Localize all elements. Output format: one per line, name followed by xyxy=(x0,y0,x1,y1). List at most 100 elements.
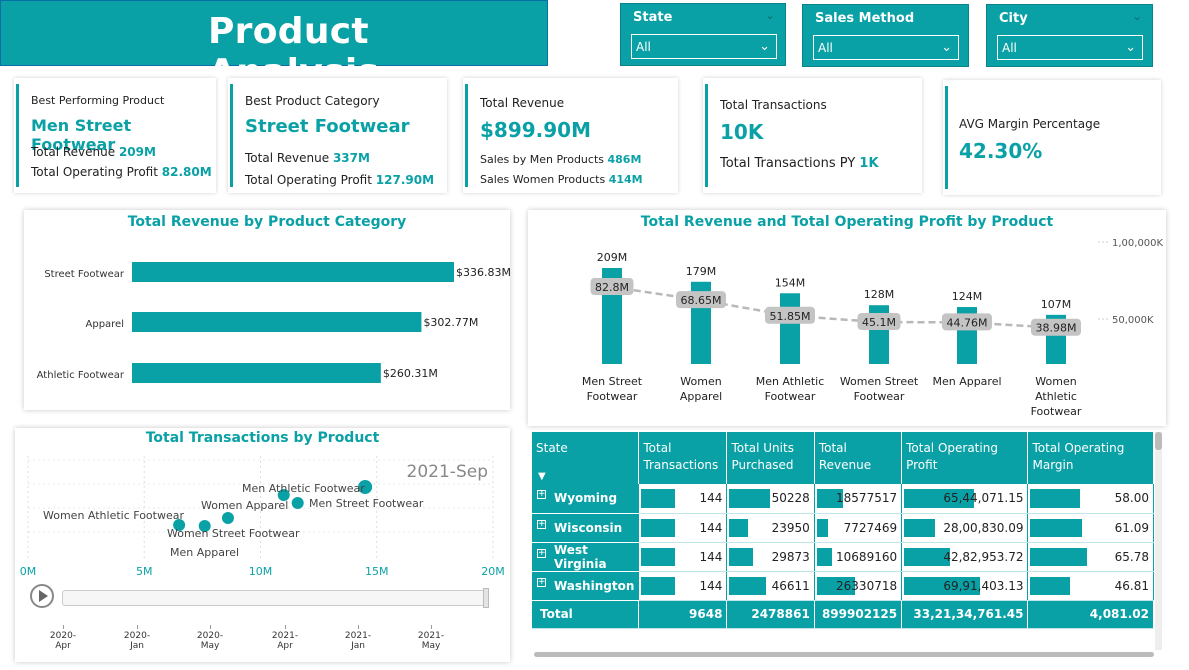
state-cell[interactable]: + Washington xyxy=(532,571,640,601)
table-row[interactable]: + Washington 144 46611 26330718 69,91,403.13 4… xyxy=(532,571,1154,601)
table-row[interactable]: + West Virginia 144 29873 10689160 42,82,953.… xyxy=(532,542,1154,572)
total-value: 4,081.02 xyxy=(1027,600,1154,629)
category-label: Athletic xyxy=(1035,390,1077,403)
expand-icon[interactable]: + xyxy=(537,490,546,499)
timeline-tick-label: 2021-Jan xyxy=(344,631,372,651)
state-table: State ▼ Total Transactions Total Units Pu… xyxy=(532,432,1154,650)
slicer-state-dropdown[interactable]: All ⌄ xyxy=(631,34,777,59)
category-label: Women Street xyxy=(840,375,919,388)
kpi-sub-value: 337M xyxy=(332,151,370,165)
timeline-handle[interactable] xyxy=(483,588,489,608)
col-header-margin[interactable]: Total Operating Margin xyxy=(1027,432,1154,484)
category-label: Footwear xyxy=(587,390,638,403)
transactions-by-product-chart: Total Transactions by Product 2021-Sep 0… xyxy=(15,428,510,662)
play-button[interactable] xyxy=(30,584,54,608)
slicer-city-label: City xyxy=(999,11,1028,26)
expand-icon[interactable]: + xyxy=(537,577,546,587)
col-header-units[interactable]: Total Units Purchased xyxy=(726,432,815,484)
card-accent-bar xyxy=(230,84,233,187)
kpi-label: Total Transactions xyxy=(720,98,827,112)
data-label: $336.83M xyxy=(456,266,510,279)
chevron-down-icon[interactable]: ⌄ xyxy=(765,8,775,22)
kpi-margin-card: AVG Margin Percentage 42.30% xyxy=(943,80,1161,195)
chevron-down-icon[interactable]: ⌄ xyxy=(1132,9,1142,23)
data-label: 179M xyxy=(686,265,717,278)
data-bar xyxy=(1030,489,1081,508)
slicer-city-dropdown[interactable]: All ⌄ xyxy=(997,35,1143,60)
cell-value: 26330718 xyxy=(836,578,898,593)
data-cell: 65.78 xyxy=(1027,542,1154,572)
state-cell[interactable]: + Wyoming xyxy=(532,484,640,514)
bar xyxy=(132,312,422,332)
data-bar xyxy=(729,489,771,508)
cell-value: 46611 xyxy=(771,578,810,593)
data-cell: 65,44,071.15 xyxy=(901,484,1029,514)
data-label: 107M xyxy=(1041,298,1072,311)
sort-desc-icon[interactable]: ▼ xyxy=(538,468,546,485)
table-vertical-scrollbar[interactable] xyxy=(1155,432,1162,650)
col-header-revenue[interactable]: Total Revenue xyxy=(814,432,903,484)
col-header-transactions[interactable]: Total Transactions xyxy=(638,432,728,484)
col-header-state[interactable]: State ▼ xyxy=(532,432,640,485)
revenue-by-category-chart: Total Revenue by Product Category Street… xyxy=(24,210,510,410)
data-label: $260.31M xyxy=(383,367,438,380)
data-cell: 26330718 xyxy=(814,571,903,601)
bar xyxy=(132,262,454,282)
cell-value: 50228 xyxy=(771,491,810,506)
secondary-tick-label: 50,000K xyxy=(1112,315,1154,326)
card-accent-bar xyxy=(465,84,468,187)
col-header-label: State xyxy=(536,441,568,455)
kpi-revenue-card: Total Revenue $899.90M Sales by Men Prod… xyxy=(463,78,678,193)
x-tick-label: 0M xyxy=(20,565,37,578)
category-label: Apparel xyxy=(680,390,722,403)
total-row: Total 9648 2478861 899902125 33,21,34,761.45… xyxy=(532,600,1154,629)
timeline-tick-mark xyxy=(137,625,138,629)
timeline-tick-mark xyxy=(358,625,359,629)
cell-value: 18577517 xyxy=(836,491,898,506)
total-label: Total xyxy=(532,600,640,629)
slicer-state-value: All xyxy=(636,40,651,54)
timeline-tick-label: 2020-May xyxy=(196,631,224,651)
line-data-label: 44.76M xyxy=(947,316,988,329)
cell-value: 23950 xyxy=(771,520,810,535)
kpi-sub-line: Sales Women Products 414M xyxy=(480,173,643,186)
kpi-sub-label: Total Transactions PY xyxy=(720,156,856,171)
category-label: Men Apparel xyxy=(932,375,1001,388)
timeline-slider[interactable] xyxy=(62,588,489,608)
scrollbar-thumb[interactable] xyxy=(1155,432,1162,450)
page-title-banner: Product Analysis xyxy=(0,0,548,93)
slicer-sales-method[interactable]: Sales Method All ⌄ xyxy=(802,4,969,67)
kpi-value: 42.30% xyxy=(959,139,1043,163)
kpi-value: $899.90M xyxy=(480,118,591,142)
col-header-label: Total Transactions xyxy=(643,441,719,472)
state-cell[interactable]: + West Virginia xyxy=(532,542,640,572)
slicer-city[interactable]: City ⌄ All ⌄ xyxy=(986,4,1153,67)
data-cell: 7727469 xyxy=(814,513,903,543)
data-bar xyxy=(641,576,676,595)
cell-value: 7727469 xyxy=(843,520,898,535)
col-header-profit[interactable]: Total Operating Profit xyxy=(901,432,1029,484)
play-icon xyxy=(39,590,48,602)
expand-icon[interactable]: + xyxy=(537,519,546,529)
state-cell[interactable]: + Wisconsin xyxy=(532,513,640,543)
expand-icon[interactable]: + xyxy=(537,548,546,558)
col-header-label: Total Units Purchased xyxy=(731,441,794,472)
slicer-sales-method-dropdown[interactable]: All ⌄ xyxy=(813,35,959,60)
category-label: Footwear xyxy=(854,390,905,403)
category-label: Apparel xyxy=(86,319,125,330)
table-row[interactable]: + Wisconsin 144 23950 7727469 28,00,830.09 61.… xyxy=(532,513,1154,543)
slicer-state[interactable]: State ⌄ All ⌄ xyxy=(620,3,786,66)
state-name: Wyoming xyxy=(554,491,618,506)
data-cell: 58.00 xyxy=(1027,484,1154,514)
data-label: 128M xyxy=(864,288,895,301)
table-row[interactable]: + Wyoming 144 50228 18577517 65,44,071.15 58.0… xyxy=(532,484,1154,514)
cell-value: 144 xyxy=(699,549,723,564)
kpi-sub-line: Total Revenue 337M xyxy=(245,151,370,165)
kpi-sub-line: Total Revenue 209M xyxy=(31,145,156,159)
cell-value: 144 xyxy=(699,491,723,506)
cell-value: 28,00,830.09 xyxy=(943,520,1024,535)
kpi-sub-label: Total Operating Profit xyxy=(245,173,372,187)
data-bar xyxy=(641,518,676,537)
table-horizontal-scrollbar[interactable] xyxy=(534,652,1154,657)
category-label: Women xyxy=(680,375,721,388)
